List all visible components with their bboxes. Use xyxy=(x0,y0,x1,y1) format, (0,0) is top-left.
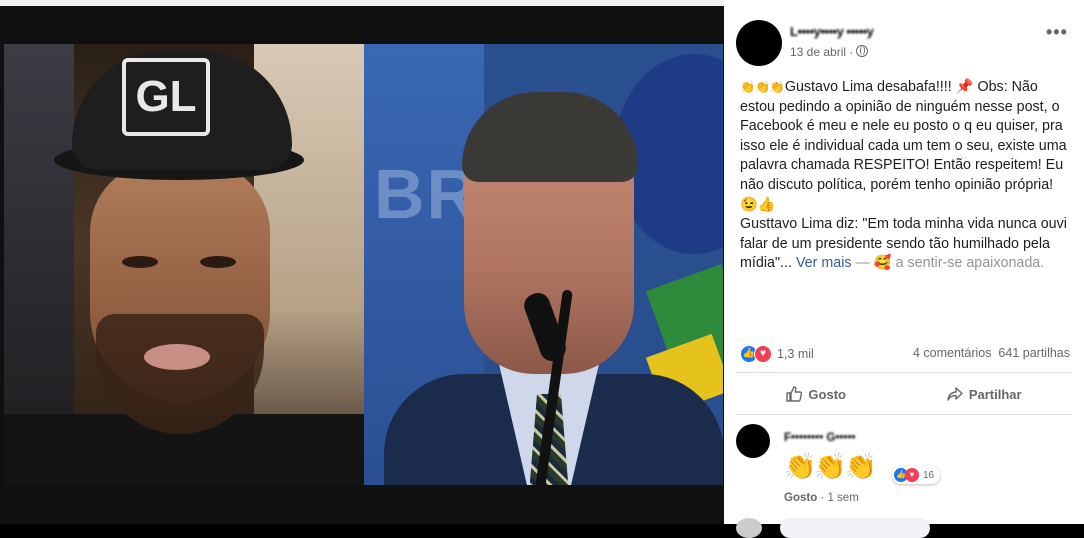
author-name[interactable]: L••••y••••y •••••y xyxy=(790,24,874,39)
next-comment-avatar xyxy=(736,518,762,538)
portrait-right-president: BRA xyxy=(364,44,723,485)
commenter-avatar[interactable] xyxy=(736,424,770,458)
emoji-line: 😉👍 xyxy=(740,196,776,213)
shared-photo[interactable]: GL BRA xyxy=(0,0,724,524)
share-button[interactable]: Partilhar xyxy=(947,386,1022,402)
feeling-text: a sentir-se apaixonada. xyxy=(891,255,1045,272)
more-options-icon[interactable]: ••• xyxy=(1046,22,1068,43)
comment-meta: Gosto · 1 sem xyxy=(784,492,859,504)
globe-icon xyxy=(856,45,869,57)
next-comment-box xyxy=(780,518,930,538)
comment-clap-emojis: 👏👏👏 xyxy=(784,451,877,481)
post-text: 👏👏👏Gustavo Lima desabafa!!!! 📌 Obs: Não … xyxy=(740,78,1076,274)
post-text-body: Gustavo Lima desabafa!!!! xyxy=(784,79,956,95)
post-panel: L••••y••••y •••••y 13 de abril · ••• 👏👏👏… xyxy=(724,0,1084,538)
post-date-text[interactable]: 13 de abril xyxy=(790,45,846,59)
comment-share-counts: 4 comentários 641 partilhas xyxy=(894,346,1070,360)
love-reaction-icon: ♥ xyxy=(905,468,919,482)
lips xyxy=(144,344,210,370)
feeling-emoji: 🥰 xyxy=(873,255,892,272)
post-text-body2: Obs: Não estou pedindo a opinião de ning… xyxy=(740,79,1067,193)
love-reaction-icon: ♥ xyxy=(754,345,772,363)
clap-emoji: 👏👏👏 xyxy=(740,80,785,94)
comments-count[interactable]: 4 comentários xyxy=(913,346,992,360)
comment-time[interactable]: · 1 sem xyxy=(817,492,858,504)
commenter-name[interactable]: F•••••••• G••••• xyxy=(784,432,856,444)
like-button[interactable]: Gosto xyxy=(786,386,846,402)
reaction-summary[interactable]: 👍 ♥ 1,3 mil xyxy=(740,344,814,364)
author-avatar[interactable] xyxy=(736,20,782,66)
reaction-count[interactable]: 1,3 mil xyxy=(777,347,814,361)
photo-top-strip xyxy=(0,0,724,6)
comment-reaction-count: 16 xyxy=(923,469,935,481)
portrait-left-singer: GL xyxy=(4,44,364,485)
comment-like-link[interactable]: Gosto xyxy=(784,492,817,504)
comment-reactions[interactable]: 👍 ♥ 16 xyxy=(892,466,941,484)
feeling-dash: — xyxy=(851,255,874,272)
share-arrow-icon xyxy=(947,387,963,401)
action-bar: Gosto Partilhar xyxy=(736,374,1072,414)
shares-count[interactable]: 641 partilhas xyxy=(998,346,1070,360)
divider-bottom xyxy=(736,414,1072,415)
hair xyxy=(462,92,638,182)
thumbs-up-icon xyxy=(786,386,803,402)
left-eye xyxy=(122,256,158,268)
share-button-label: Partilhar xyxy=(968,386,1022,402)
pin-emoji: 📌 xyxy=(955,79,974,95)
see-more-link[interactable]: Ver mais xyxy=(796,255,852,271)
like-button-label: Gosto xyxy=(808,386,846,402)
right-eye xyxy=(200,256,236,268)
photo-collage[interactable]: GL BRA xyxy=(4,44,723,485)
cap-logo: GL xyxy=(122,58,210,136)
post-date[interactable]: 13 de abril · xyxy=(790,45,869,59)
divider-top xyxy=(736,372,1072,373)
